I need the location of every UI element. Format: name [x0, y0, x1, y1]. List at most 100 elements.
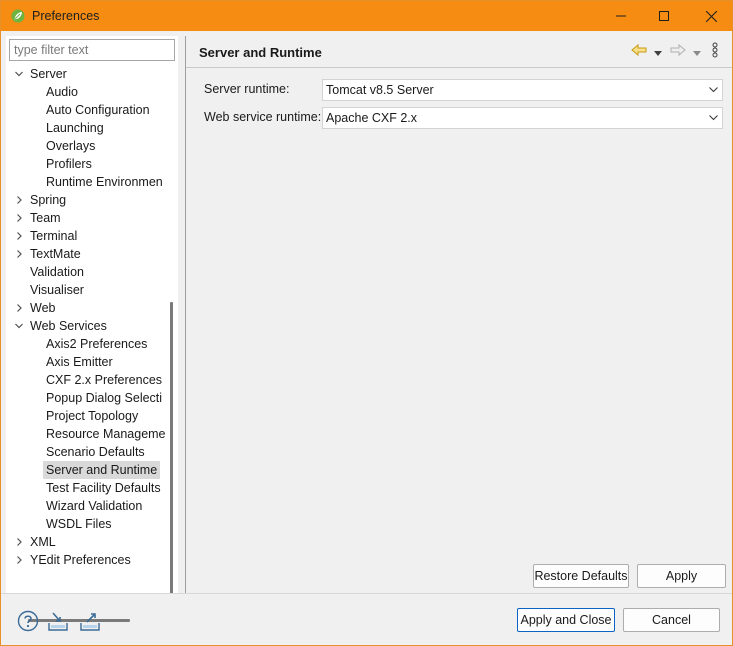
tree-item-label: Team	[30, 211, 61, 225]
tree-item-label: Terminal	[30, 229, 78, 243]
tree-item[interactable]: Popup Dialog Selecti	[6, 389, 166, 407]
tree-item[interactable]: Test Facility Defaults	[6, 479, 166, 497]
tree-item-label: Validation	[30, 265, 84, 279]
tree-item-label: CXF 2.x Preferences	[46, 373, 163, 387]
page-title: Server and Runtime	[199, 45, 322, 60]
back-menu-chevron-icon[interactable]	[654, 46, 662, 64]
cancel-button[interactable]: Cancel	[623, 608, 720, 632]
tree-item-label: Test Facility Defaults	[46, 481, 161, 495]
tree-item-label: Auto Configuration	[46, 103, 150, 117]
tree-item[interactable]: Web	[6, 299, 166, 317]
tree-item[interactable]: Team	[6, 209, 166, 227]
close-icon	[705, 10, 717, 22]
export-icon[interactable]	[79, 610, 101, 632]
tree-item[interactable]: Wizard Validation	[6, 497, 166, 515]
tree-item-label: XML	[30, 535, 56, 549]
chevron-down-icon[interactable]	[14, 317, 24, 335]
tree-item-label: Scenario Defaults	[46, 445, 145, 459]
import-icon[interactable]	[47, 610, 69, 632]
tree-item-label: Popup Dialog Selecti	[46, 391, 163, 405]
tree-vertical-scrollbar[interactable]	[170, 302, 173, 594]
help-icon[interactable]	[17, 610, 39, 632]
web-service-runtime-label: Web service runtime:	[204, 110, 322, 124]
chevron-right-icon[interactable]	[14, 533, 24, 551]
forward-arrow-icon[interactable]	[670, 42, 686, 60]
chevron-right-icon[interactable]	[14, 191, 24, 209]
tree-item-label: Web Services	[30, 319, 107, 333]
tree-item[interactable]: WSDL Files	[6, 515, 166, 533]
tree-item[interactable]: Web Services	[6, 317, 166, 335]
tree-item[interactable]: Visualiser	[6, 281, 166, 299]
tree-item[interactable]: Overlays	[6, 137, 166, 155]
tree-item-label: Runtime Environmen	[46, 175, 163, 189]
tree-item-label: Axis Emitter	[46, 355, 113, 369]
preferences-window: Preferences Server Audio Auto Configuratio…	[0, 0, 733, 646]
tree-item-label: Overlays	[46, 139, 96, 153]
minimize-icon	[616, 15, 626, 17]
footer-separator	[1, 593, 732, 594]
tree-item[interactable]: Audio	[6, 83, 166, 101]
apply-button[interactable]: Apply	[637, 564, 726, 588]
title-bar[interactable]: Preferences	[1, 1, 732, 31]
tree-item-label: Launching	[46, 121, 104, 135]
minimize-button[interactable]	[598, 1, 644, 31]
tree-item-label: Resource Manageme	[46, 427, 166, 441]
tree-item[interactable]: Resource Manageme	[6, 425, 166, 443]
tree-item-label: Axis2 Preferences	[46, 337, 148, 351]
tree-item[interactable]: Scenario Defaults	[6, 443, 166, 461]
chevron-right-icon[interactable]	[14, 299, 24, 317]
view-menu-icon[interactable]	[712, 42, 718, 60]
chevron-right-icon[interactable]	[14, 227, 24, 245]
server-runtime-select[interactable]: Tomcat v8.5 Server	[322, 79, 723, 101]
tree-item[interactable]: Launching	[6, 119, 166, 137]
tree-item[interactable]: YEdit Preferences	[6, 551, 166, 569]
filter-input[interactable]	[10, 40, 174, 60]
preference-tree-pane: Server Audio Auto Configuration Launching Ov…	[6, 36, 178, 622]
close-button[interactable]	[688, 1, 733, 31]
apply-and-close-button[interactable]: Apply and Close	[517, 608, 615, 632]
tree-item[interactable]: Server and Runtime	[6, 461, 166, 479]
tree-item[interactable]: Axis2 Preferences	[6, 335, 166, 353]
tree-item-label: Wizard Validation	[46, 499, 143, 513]
tree-item-label: Spring	[30, 193, 67, 207]
forward-menu-chevron-icon[interactable]	[693, 46, 701, 64]
tree-item[interactable]: Runtime Environmen	[6, 173, 166, 191]
tree-item-label: Profilers	[46, 157, 92, 171]
web-service-runtime-select[interactable]: Apache CXF 2.x	[322, 107, 723, 129]
tree-item-label: YEdit Preferences	[30, 553, 131, 567]
tree-item[interactable]: Server	[6, 65, 166, 83]
tree-item-label: Visualiser	[30, 283, 84, 297]
window-title: Preferences	[32, 9, 100, 23]
tree-item[interactable]: TextMate	[6, 245, 166, 263]
tree-item-label: TextMate	[30, 247, 81, 261]
tree-item[interactable]: Spring	[6, 191, 166, 209]
tree-item[interactable]: Axis Emitter	[6, 353, 166, 371]
tree-item[interactable]: CXF 2.x Preferences	[6, 371, 166, 389]
tree-item-label: WSDL Files	[46, 517, 112, 531]
filter-box	[9, 39, 175, 61]
restore-defaults-button[interactable]: Restore Defaults	[533, 564, 629, 588]
chevron-right-icon[interactable]	[14, 245, 24, 263]
server-runtime-value: Tomcat v8.5 Server	[326, 83, 434, 97]
tree-item[interactable]: Terminal	[6, 227, 166, 245]
back-arrow-icon[interactable]	[631, 42, 647, 60]
tree-item[interactable]: XML	[6, 533, 166, 551]
preference-tree: Server Audio Auto Configuration Launching Ov…	[6, 64, 166, 576]
preference-page: Server and Runtime Server runtime: Tomca…	[186, 36, 732, 593]
tree-item-label: Audio	[46, 85, 78, 99]
tree-item[interactable]: Validation	[6, 263, 166, 281]
maximize-button[interactable]	[641, 1, 687, 31]
maximize-icon	[659, 11, 669, 21]
tree-item-label: Web	[30, 301, 56, 315]
tree-item-label: Server	[30, 67, 67, 81]
spring-leaf-icon	[11, 9, 25, 23]
tree-item[interactable]: Auto Configuration	[6, 101, 166, 119]
tree-item-label: Server and Runtime	[43, 461, 161, 479]
chevron-right-icon[interactable]	[14, 209, 24, 227]
tree-item[interactable]: Profilers	[6, 155, 166, 173]
chevron-down-icon	[709, 87, 718, 93]
tree-item[interactable]: Project Topology	[6, 407, 166, 425]
web-service-runtime-value: Apache CXF 2.x	[326, 111, 418, 125]
chevron-right-icon[interactable]	[14, 551, 24, 569]
chevron-down-icon[interactable]	[14, 65, 24, 83]
